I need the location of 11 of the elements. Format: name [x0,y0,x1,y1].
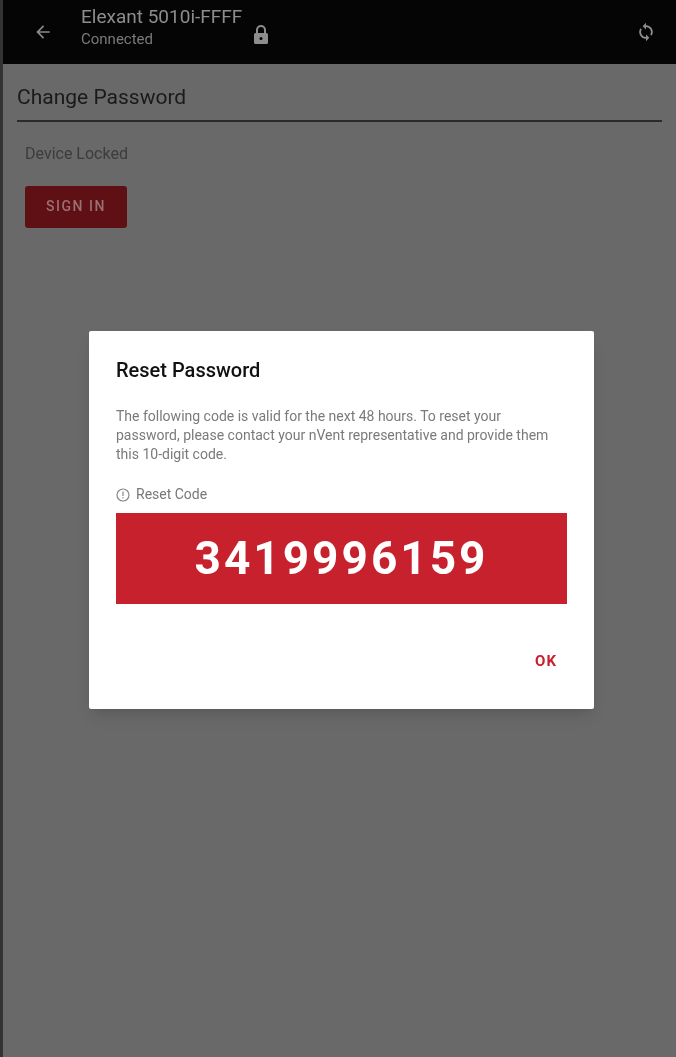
reset-code: 3419996159 [116,513,567,604]
dialog-title: Reset Password [116,357,262,384]
sign-in-button[interactable]: SIGN IN [25,185,127,228]
device-title: Elexant 5010i-FFFF [81,5,243,29]
sync-icon[interactable] [636,21,656,43]
ok-button[interactable]: OK [525,644,567,679]
code-label: Reset Code [136,485,208,504]
connection-status: Connected [81,29,154,49]
info-icon [116,487,130,502]
dialog-message: The following code is valid for the next 48 hours. To reset your password, please contact your nVent representative and provide them this 10-digit code. [116,407,550,464]
page-title: Change Password [17,64,662,122]
